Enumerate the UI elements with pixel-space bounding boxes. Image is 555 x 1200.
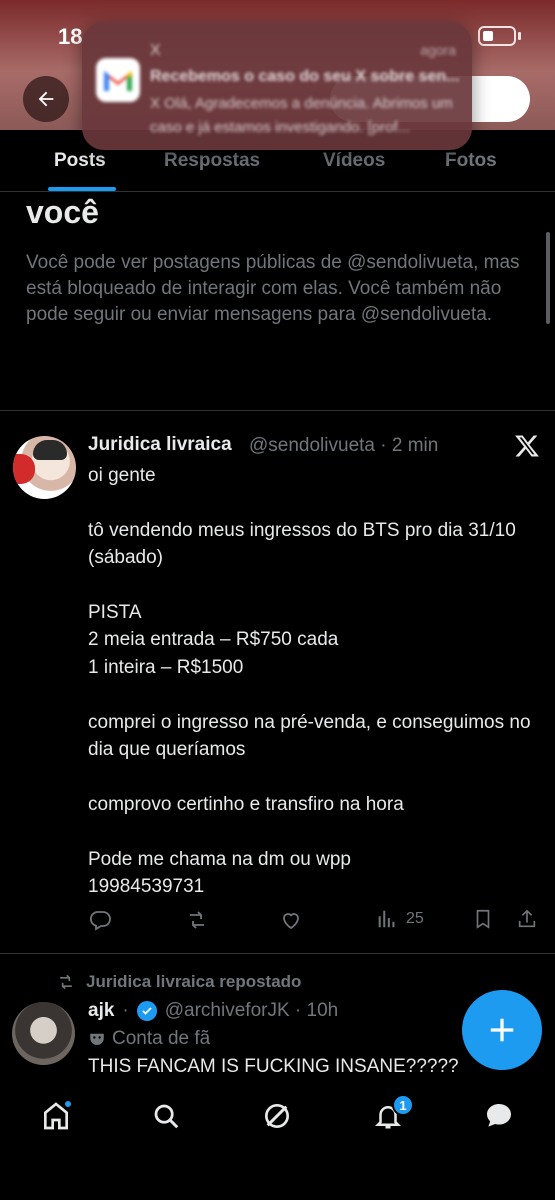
tab-fotos[interactable]: Fotos [445, 150, 497, 172]
notifications-badge: 1 [392, 1094, 414, 1116]
nav-home[interactable] [36, 1096, 76, 1136]
back-button[interactable] [23, 76, 69, 122]
battery-icon [478, 26, 516, 46]
repost-context[interactable]: Juridica livraica repostado [56, 972, 301, 992]
nav-grok[interactable] [257, 1096, 297, 1136]
x-logo-icon [515, 435, 539, 457]
post-handle-time[interactable]: @sendolivueta · 2 min [249, 435, 438, 457]
post-text: oi gente tô vendendo meus ingressos do B… [88, 465, 531, 898]
gmail-notification[interactable]: X agora Recebemos o caso do seu X sobre … [82, 22, 472, 150]
grok-icon [265, 1104, 289, 1128]
views-count: 25 [406, 910, 424, 927]
active-tab-indicator [48, 187, 116, 191]
tab-videos[interactable]: Vídeos [323, 150, 385, 172]
status-time: 18 [58, 24, 83, 49]
compose-button[interactable] [462, 990, 542, 1070]
repost-icon [60, 974, 72, 990]
verified-badge-icon [136, 1001, 157, 1021]
plus-icon [490, 1018, 514, 1042]
chat-icon [487, 1104, 511, 1127]
bottom-navigation: 1 [0, 1082, 555, 1200]
battery-tip [518, 32, 521, 40]
tab-respostas[interactable]: Respostas [164, 150, 260, 172]
like-button[interactable] [279, 908, 303, 932]
tab-posts[interactable]: Posts [54, 150, 106, 172]
views-icon [378, 910, 395, 928]
new-content-dot [64, 1100, 72, 1108]
nav-search[interactable] [146, 1096, 186, 1136]
divider [0, 953, 555, 954]
arrow-left-icon [38, 91, 54, 107]
bookmark-button[interactable] [472, 908, 494, 930]
repost-author: ajk [88, 1000, 115, 1021]
reply-button[interactable] [88, 908, 112, 932]
share-icon [518, 909, 536, 928]
notification-body: X Olá, Agradecemos a denúncia. Abrimos u… [150, 95, 453, 136]
repost-button[interactable] [185, 908, 209, 932]
search-icon [154, 1104, 179, 1129]
nav-notifications[interactable]: 1 [368, 1094, 414, 1136]
notification-sender: X [150, 42, 161, 59]
views-button[interactable]: 25 [376, 908, 424, 930]
blocked-description: Você pode ver postagens públicas de @sen… [26, 252, 520, 325]
repost-text: THIS FANCAM IS FUCKING INSANE????? [88, 1056, 459, 1077]
scrollbar[interactable] [546, 232, 550, 324]
notification-subject: Recebemos o caso do seu X sobre sen... [150, 68, 460, 85]
nav-messages[interactable] [479, 1096, 519, 1136]
avatar[interactable] [13, 436, 76, 499]
gmail-icon [96, 58, 140, 102]
blocked-title: você [26, 194, 99, 230]
post-author[interactable]: Juridica livraica [88, 434, 232, 456]
repost-handle-time: @archiveforJK · 10h [164, 1000, 339, 1021]
notification-time: agora [420, 42, 456, 58]
mask-icon [90, 1033, 104, 1045]
repost-icon [190, 911, 204, 929]
share-button[interactable] [516, 908, 538, 930]
reply-icon [89, 911, 111, 931]
bookmark-icon [476, 909, 490, 929]
repost-author-row[interactable]: ajk · @archiveforJK · 10h [88, 1000, 338, 1022]
fan-account-label: Conta de fã [88, 1028, 210, 1050]
heart-icon [283, 913, 299, 930]
repost-label: Juridica livraica repostado [86, 972, 302, 991]
post-actions: 25 [88, 908, 540, 938]
divider [0, 410, 555, 411]
avatar[interactable] [12, 1002, 75, 1065]
